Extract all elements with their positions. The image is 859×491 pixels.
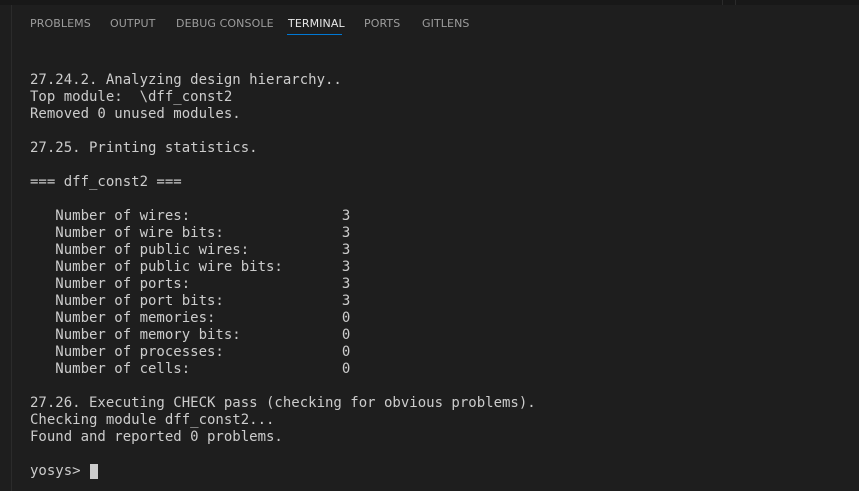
- terminal-prompt: yosys>: [30, 463, 90, 479]
- panel-left-border: [11, 5, 12, 491]
- terminal-line: Number of public wires: 3: [30, 242, 351, 258]
- terminal-line: Number of ports: 3: [30, 276, 351, 292]
- terminal-line: Number of port bits: 3: [30, 293, 351, 309]
- tab-debug-console[interactable]: DEBUG CONSOLE: [176, 17, 274, 30]
- terminal-line: 27.24.2. Analyzing design hierarchy..: [30, 72, 342, 88]
- terminal-line: Number of cells: 0: [30, 361, 351, 377]
- terminal-line: 27.25. Printing statistics.: [30, 140, 258, 156]
- terminal-line: === dff_const2 ===: [30, 174, 182, 190]
- tab-problems[interactable]: PROBLEMS: [30, 17, 91, 30]
- terminal-line: Number of memory bits: 0: [30, 327, 351, 343]
- terminal-line: 27.26. Executing CHECK pass (checking fo…: [30, 395, 536, 411]
- terminal-line: Removed 0 unused modules.: [30, 106, 241, 122]
- terminal-line: Checking module dff_const2...: [30, 412, 275, 428]
- terminal-line: Number of wire bits: 3: [30, 225, 351, 241]
- terminal-line: Number of processes: 0: [30, 344, 351, 360]
- active-tab-indicator: [287, 34, 342, 35]
- terminal-line: Number of wires: 3: [30, 208, 351, 224]
- terminal-line: Found and reported 0 problems.: [30, 429, 283, 445]
- terminal-line: Number of memories: 0: [30, 310, 351, 326]
- terminal-output[interactable]: 27.24.2. Analyzing design hierarchy.. To…: [30, 72, 850, 480]
- panel-tab-bar: PROBLEMS OUTPUT DEBUG CONSOLE TERMINAL P…: [0, 5, 859, 41]
- terminal-line: Top module: \dff_const2: [30, 89, 233, 105]
- tab-terminal[interactable]: TERMINAL: [288, 17, 345, 30]
- terminal-cursor: [90, 464, 99, 479]
- tab-ports[interactable]: PORTS: [364, 17, 400, 30]
- tab-gitlens[interactable]: GITLENS: [422, 17, 469, 30]
- terminal-prompt-line[interactable]: yosys>: [30, 463, 850, 480]
- terminal-line: Number of public wire bits: 3: [30, 259, 351, 275]
- tab-output[interactable]: OUTPUT: [110, 17, 155, 30]
